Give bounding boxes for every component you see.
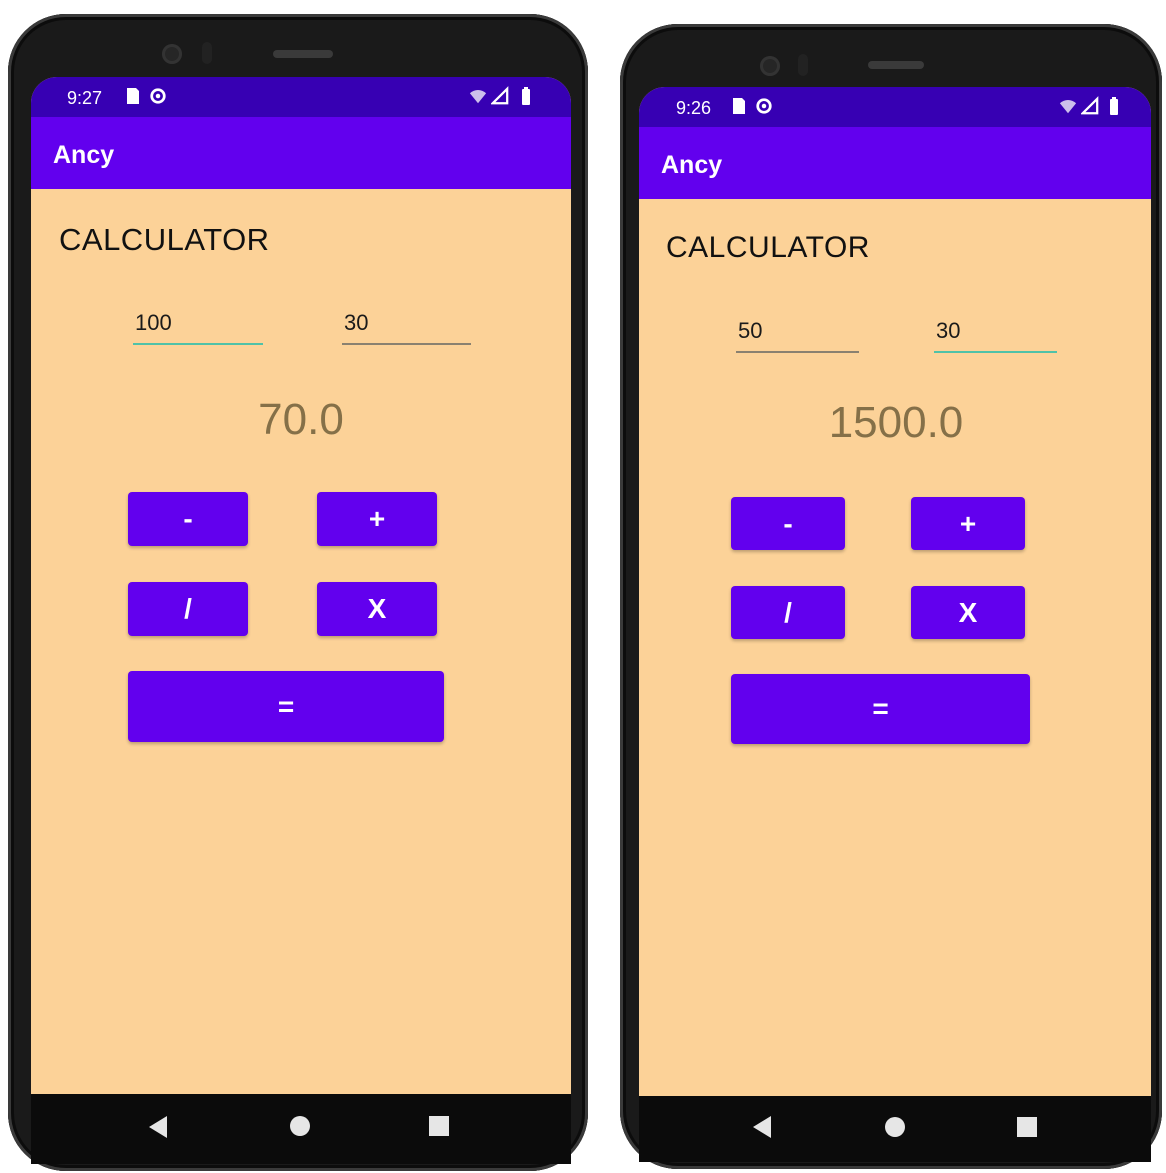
subtract-button[interactable]: - [128,492,248,546]
left-front-camera [162,44,182,64]
first-number-field[interactable] [133,305,267,345]
equals-button[interactable]: = [731,674,1030,744]
first-number-input[interactable] [736,313,863,349]
right-navigation-bar [639,1096,1151,1162]
second-number-field[interactable] [934,313,1061,353]
left-navigation-bar [31,1094,571,1164]
wifi-icon [469,90,487,104]
status-time: 9:26 [676,98,712,118]
second-number-field[interactable] [342,305,475,345]
right-sensor [798,54,808,76]
divide-button[interactable]: / [731,586,845,639]
left-screen: 9:27 Ancy CALCULATOR 70.0 - + / X = [31,77,571,1164]
battery-icon [1110,97,1118,115]
first-number-underline [736,351,859,353]
status-time: 9:27 [67,88,103,108]
left-app-bar: Ancy [31,117,571,189]
signal-icon [1081,96,1099,115]
calculator-heading: CALCULATOR [666,231,870,264]
home-icon[interactable] [885,1117,905,1137]
left-status-bar: 9:27 [31,77,571,117]
left-earpiece [273,50,333,58]
app-title: Ancy [661,151,723,179]
app-title: Ancy [53,141,115,169]
data-saver-icon [756,98,772,114]
left-sensor [202,42,212,64]
right-phone-frame: 9:26 Ancy CALCULATOR 1500.0 - + / X = [620,24,1162,1169]
result-text: 70.0 [258,395,344,444]
multiply-button[interactable]: X [911,586,1025,639]
second-number-underline [342,343,471,345]
right-earpiece [868,61,924,69]
right-app-bar: Ancy [639,127,1151,199]
second-number-input[interactable] [342,305,475,341]
wifi-icon [1059,100,1077,114]
signal-icon [491,86,509,105]
right-screen: 9:26 Ancy CALCULATOR 1500.0 - + / X = [639,87,1151,1162]
back-icon[interactable] [753,1116,771,1138]
equals-button[interactable]: = [128,671,444,742]
first-number-input[interactable] [133,305,267,341]
data-saver-icon [150,88,166,104]
calculator-heading: CALCULATOR [59,222,270,257]
subtract-button[interactable]: - [731,497,845,550]
first-number-underline [133,343,263,345]
sim-card-icon [733,98,745,114]
battery-icon [522,87,530,105]
right-status-bar: 9:26 [639,87,1151,127]
result-text: 1500.0 [828,398,964,447]
multiply-button[interactable]: X [317,582,437,636]
right-front-camera [760,56,780,76]
add-button[interactable]: + [317,492,437,546]
add-button[interactable]: + [911,497,1025,550]
divide-button[interactable]: / [128,582,248,636]
recents-icon[interactable] [1017,1117,1037,1137]
recents-icon[interactable] [429,1116,449,1136]
second-number-underline [934,351,1057,353]
second-number-input[interactable] [934,313,1061,349]
first-number-field[interactable] [736,313,863,353]
back-icon[interactable] [149,1116,167,1138]
home-icon[interactable] [290,1116,310,1136]
sim-card-icon [127,88,139,104]
left-phone-frame: 9:27 Ancy CALCULATOR 70.0 - + / X = [8,14,588,1171]
